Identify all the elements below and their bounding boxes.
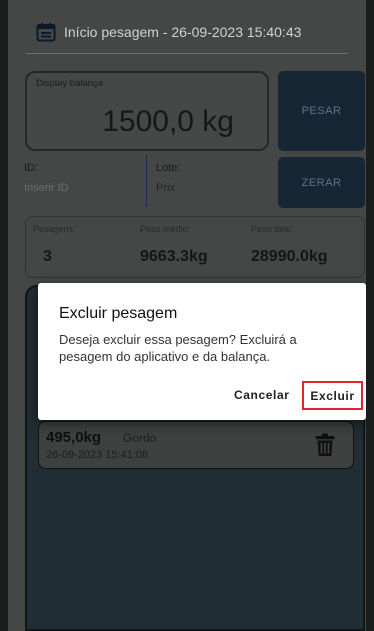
total-weight-value: 28990.0kg bbox=[251, 248, 328, 265]
app-screen: Início pesagem - 26-09-2023 15:40:43 Dis… bbox=[8, 0, 366, 631]
id-input[interactable]: Inserir ID bbox=[24, 182, 69, 194]
zero-button[interactable]: ZERAR bbox=[278, 157, 365, 208]
id-label: ID: bbox=[24, 162, 39, 174]
stats-card: Pesagens: 3 Peso médio: 9663.3kg Peso to… bbox=[25, 216, 365, 278]
weigh-button[interactable]: PESAR bbox=[278, 71, 365, 151]
scale-display-label: Display balança bbox=[36, 78, 104, 89]
lote-input[interactable]: Prix bbox=[156, 182, 175, 194]
item-tag: Gordo bbox=[123, 431, 157, 445]
weighings-count-value: 3 bbox=[43, 248, 52, 265]
item-weight: 495,0kg bbox=[46, 429, 102, 446]
weighings-count-label: Pesagens: bbox=[33, 224, 76, 234]
cancel-button[interactable]: Cancelar bbox=[234, 388, 290, 402]
scale-display-value: 1500,0 kg bbox=[102, 105, 234, 138]
header: Início pesagem - 26-09-2023 15:40:43 bbox=[36, 14, 301, 50]
average-weight-value: 9663.3kg bbox=[140, 248, 208, 265]
calendar-icon bbox=[36, 23, 56, 42]
total-weight-label: Peso total: bbox=[251, 224, 294, 234]
page-title: Início pesagem - 26-09-2023 15:40:43 bbox=[64, 24, 302, 40]
trash-icon[interactable] bbox=[315, 433, 335, 457]
delete-dialog: Excluir pesagem Deseja excluir essa pesa… bbox=[38, 283, 366, 420]
dialog-message: Deseja excluir essa pesagem? Excluirá a … bbox=[59, 332, 297, 364]
id-lote-divider bbox=[146, 155, 147, 207]
dialog-title: Excluir pesagem bbox=[59, 305, 178, 322]
list-item[interactable]: 495,0kg Gordo 26-09-2023 15:41:08 bbox=[38, 421, 354, 469]
header-divider bbox=[26, 53, 348, 54]
average-weight-label: Peso médio: bbox=[140, 224, 191, 234]
lote-label: Lote: bbox=[156, 162, 181, 174]
scale-display: Display balança 1500,0 kg bbox=[25, 71, 269, 151]
item-datetime: 26-09-2023 15:41:08 bbox=[46, 449, 149, 461]
delete-confirm-button[interactable]: Excluir bbox=[302, 381, 363, 410]
